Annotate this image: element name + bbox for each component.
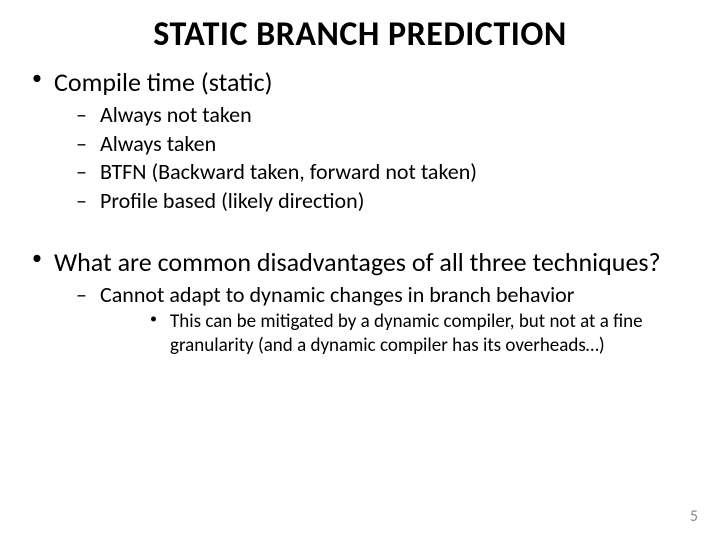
- sub-cannot-adapt: Cannot adapt to dynamic changes in branc…: [54, 282, 692, 357]
- slide: STATIC BRANCH PREDICTION Compile time (s…: [0, 0, 720, 540]
- sub-always-not-taken: Always not taken: [54, 102, 692, 129]
- spacer: [28, 219, 692, 247]
- bullet-list-l3: This can be mitigated by a dynamic compi…: [100, 310, 692, 356]
- slide-body: Compile time (static) Always not taken A…: [28, 67, 692, 357]
- bullet-compile-time: Compile time (static) Always not taken A…: [28, 67, 692, 215]
- bullet-list-l2-2: Cannot adapt to dynamic changes in branc…: [54, 282, 692, 357]
- bullet-list-l1: Compile time (static) Always not taken A…: [28, 67, 692, 215]
- bullet-list-l1-2: What are common disadvantages of all thr…: [28, 247, 692, 357]
- page-number: 5: [690, 507, 698, 526]
- sub-always-taken: Always taken: [54, 131, 692, 158]
- bullet-list-l2: Always not taken Always taken BTFN (Back…: [54, 102, 692, 215]
- sub-profile-based: Profile based (likely direction): [54, 188, 692, 215]
- sub-btfn: BTFN (Backward taken, forward not taken): [54, 159, 692, 186]
- subsub-mitigated: This can be mitigated by a dynamic compi…: [100, 310, 692, 356]
- bullet-text: What are common disadvantages of all thr…: [54, 246, 661, 278]
- slide-title: STATIC BRANCH PREDICTION: [28, 14, 692, 55]
- bullet-disadvantages: What are common disadvantages of all thr…: [28, 247, 692, 357]
- sub-text: Cannot adapt to dynamic changes in branc…: [100, 281, 574, 308]
- bullet-text: Compile time (static): [54, 66, 273, 98]
